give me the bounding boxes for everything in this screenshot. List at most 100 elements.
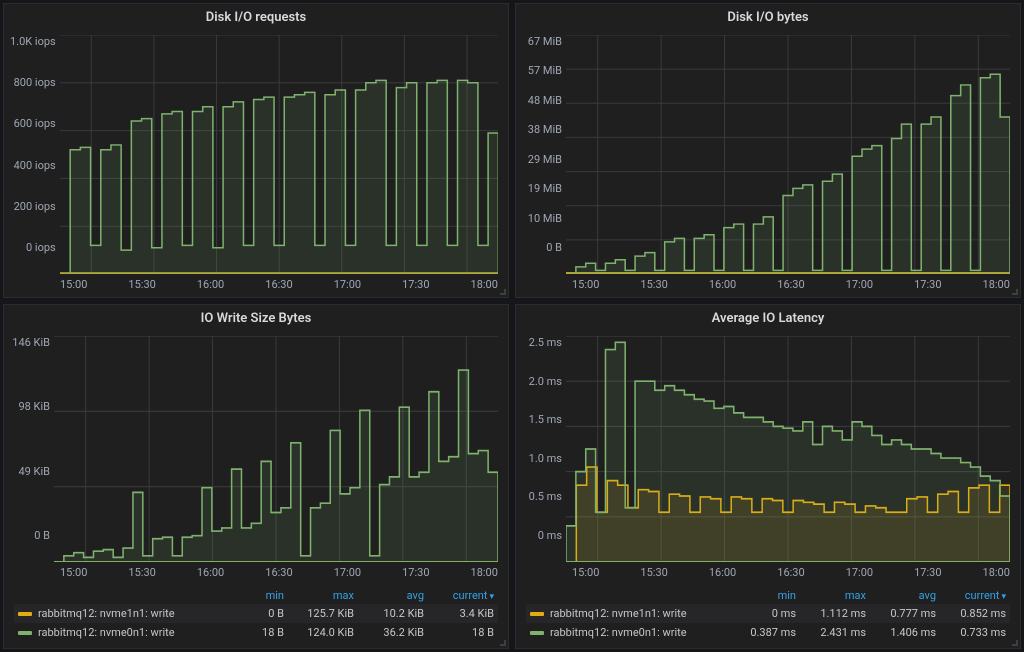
series-label[interactable]: rabbitmq12: nvme1n1: write: [530, 607, 726, 620]
x-tick: 16:30: [777, 566, 804, 579]
x-tick: 15:00: [572, 278, 599, 291]
x-tick: 17:00: [846, 278, 873, 291]
legend-max: 1.112 ms: [796, 607, 866, 620]
y-tick: 2.0 ms: [522, 375, 562, 388]
panel-title: Disk I/O bytes: [516, 4, 1020, 27]
y-tick: 2.5 ms: [522, 336, 562, 349]
resize-handle-icon[interactable]: [500, 289, 506, 295]
x-tick: 17:30: [402, 278, 429, 291]
y-tick: 1.5 ms: [522, 413, 562, 426]
y-tick: 0 B: [10, 529, 50, 542]
series-name: rabbitmq12: nvme1n1: write: [38, 607, 175, 620]
panel-disk-io-requests: Disk I/O requests 1.0K iops 800 iops 600 io…: [3, 3, 509, 298]
plot[interactable]: [566, 35, 1010, 274]
legend-avg: 10.2 KiB: [354, 607, 424, 620]
resize-handle-icon[interactable]: [1012, 640, 1018, 646]
series-swatch: [530, 612, 544, 616]
legend-current: 0.733 ms: [936, 626, 1006, 639]
panel-title: Disk I/O requests: [4, 4, 508, 27]
y-axis: 146 KiB 98 KiB 49 KiB 0 B: [4, 328, 54, 562]
series-swatch: [530, 631, 544, 635]
series-swatch: [18, 612, 32, 616]
series-label[interactable]: rabbitmq12: nvme0n1: write: [530, 626, 726, 639]
legend-avg: 36.2 KiB: [354, 626, 424, 639]
legend-min: 0.387 ms: [726, 626, 796, 639]
legend-min: 0 ms: [726, 607, 796, 620]
y-tick: 67 MiB: [522, 35, 562, 48]
x-tick: 17:30: [914, 566, 941, 579]
x-tick: 17:00: [334, 566, 361, 579]
x-tick: 15:30: [128, 566, 155, 579]
legend-col-current[interactable]: current: [424, 589, 494, 602]
chart-area[interactable]: 146 KiB 98 KiB 49 KiB 0 B: [4, 328, 508, 562]
legend-col-min[interactable]: min: [726, 589, 796, 602]
resize-handle-icon[interactable]: [1012, 289, 1018, 295]
resize-handle-icon[interactable]: [500, 640, 506, 646]
y-tick: 200 iops: [10, 200, 56, 213]
plot[interactable]: [54, 336, 498, 562]
x-axis: 15:0015:3016:0016:3017:0017:3018:00: [4, 562, 508, 585]
y-axis: 2.5 ms 2.0 ms 1.5 ms 1.0 ms 0.5 ms 0 ms: [516, 328, 566, 562]
y-tick: 0 iops: [10, 241, 56, 254]
y-tick: 400 iops: [10, 159, 56, 172]
y-tick: 800 iops: [10, 76, 56, 89]
y-tick: 0 ms: [522, 529, 562, 542]
chart-area[interactable]: 2.5 ms 2.0 ms 1.5 ms 1.0 ms 0.5 ms 0 ms: [516, 328, 1020, 562]
y-tick: 0.5 ms: [522, 490, 562, 503]
legend-row[interactable]: rabbitmq12: nvme0n1: write 18 B 124.0 KiB3…: [14, 623, 498, 642]
chart-area[interactable]: 67 MiB57 MiB48 MiB38 MiB29 MiB19 MiB10 M…: [516, 27, 1020, 274]
legend-col-current[interactable]: current: [936, 589, 1006, 602]
legend-current: 0.852 ms: [936, 607, 1006, 620]
x-tick: 17:30: [914, 278, 941, 291]
x-tick: 18:00: [471, 566, 498, 579]
legend-col-max[interactable]: max: [796, 589, 866, 602]
legend-row[interactable]: rabbitmq12: nvme0n1: write 0.387 ms2.431 …: [526, 623, 1010, 642]
y-tick: 29 MiB: [522, 153, 562, 166]
x-tick: 17:30: [402, 566, 429, 579]
legend-row[interactable]: rabbitmq12: nvme1n1: write0 ms1.112 ms 0.…: [526, 604, 1010, 623]
y-tick: 1.0K iops: [10, 35, 56, 48]
panel-avg-io-latency: Average IO Latency 2.5 ms 2.0 ms 1.5 ms 1.0 …: [515, 304, 1021, 649]
y-tick: 146 KiB: [10, 336, 50, 349]
x-tick: 17:00: [846, 566, 873, 579]
plot[interactable]: [566, 336, 1010, 562]
legend-current: 18 B: [424, 626, 494, 639]
panel-disk-io-bytes: Disk I/O bytes67 MiB57 MiB48 MiB38 MiB29…: [515, 3, 1021, 298]
legend-current: 3.4 KiB: [424, 607, 494, 620]
legend-max: 2.431 ms: [796, 626, 866, 639]
x-tick: 15:30: [128, 278, 155, 291]
y-tick: 600 iops: [10, 117, 56, 130]
legend-table: minmaxavgcurrent rabbitmq12: nvme1n1: wri…: [4, 585, 508, 648]
x-tick: 18:00: [471, 278, 498, 291]
y-tick: 98 KiB: [10, 400, 50, 413]
series-swatch: [18, 631, 32, 635]
legend-table: minmaxavgcurrentrabbitmq12: nvme1n1: wri…: [516, 585, 1020, 648]
legend-max: 124.0 KiB: [284, 626, 354, 639]
series-name: rabbitmq12: nvme0n1: write: [38, 626, 175, 639]
legend-col-max[interactable]: max: [284, 589, 354, 602]
x-axis: 15:0015:3016:0016:3017:0017:3018:00: [516, 274, 1020, 297]
legend-col-avg[interactable]: avg: [866, 589, 936, 602]
legend-col-avg[interactable]: avg: [354, 589, 424, 602]
x-tick: 15:30: [640, 278, 667, 291]
x-tick: 15:00: [60, 566, 87, 579]
x-tick: 18:00: [983, 566, 1010, 579]
legend-min: 0 B: [214, 607, 284, 620]
x-tick: 16:00: [709, 566, 736, 579]
y-tick: 38 MiB: [522, 123, 562, 136]
y-tick: 49 KiB: [10, 465, 50, 478]
plot[interactable]: [60, 35, 498, 274]
series-label[interactable]: rabbitmq12: nvme1n1: write: [18, 607, 214, 620]
x-tick: 18:00: [983, 278, 1010, 291]
chart-area[interactable]: 1.0K iops 800 iops 600 iops 400 iops 200 iop…: [4, 27, 508, 274]
series-label[interactable]: rabbitmq12: nvme0n1: write: [18, 626, 214, 639]
series-name: rabbitmq12: nvme0n1: write: [550, 626, 687, 639]
legend-header: minmaxavgcurrent: [526, 587, 1010, 604]
legend-row[interactable]: rabbitmq12: nvme1n1: write0 B125.7 KiB10…: [14, 604, 498, 623]
y-tick: 1.0 ms: [522, 452, 562, 465]
x-tick: 16:00: [197, 278, 224, 291]
x-tick: 16:00: [197, 566, 224, 579]
legend-col-min[interactable]: min: [214, 589, 284, 602]
x-axis: 15:0015:3016:0016:3017:0017:3018:00: [4, 274, 508, 297]
panel-title: Average IO Latency: [516, 305, 1020, 328]
